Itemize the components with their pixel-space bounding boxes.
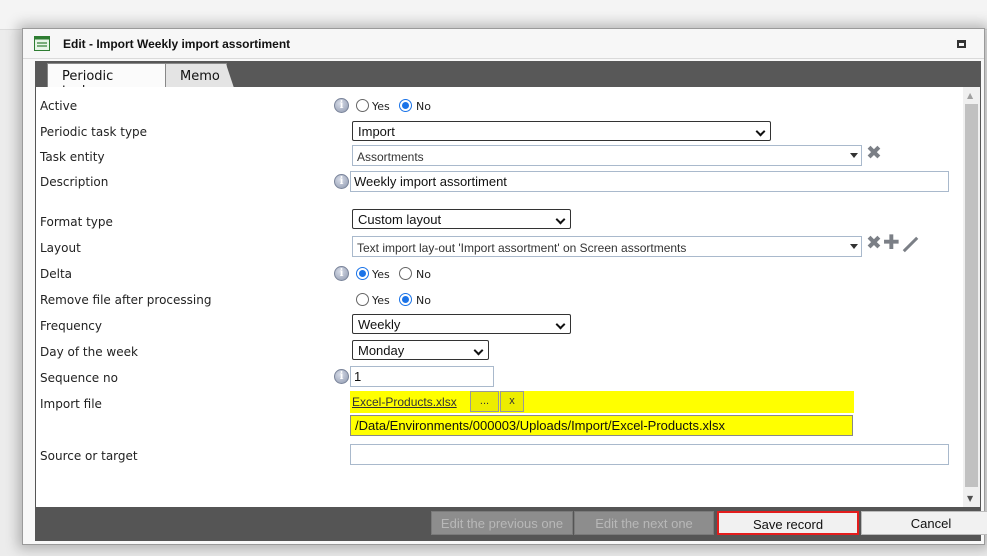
active-yes-label: Yes	[372, 100, 390, 113]
remove-file-no-label: No	[416, 294, 431, 307]
form-area: Active i Yes No Periodic task type Impor…	[36, 87, 980, 507]
dialog-footer: Edit the previous one Edit the next one …	[35, 508, 987, 541]
active-no-radio[interactable]	[399, 99, 412, 112]
sequence-label: Sequence no	[40, 371, 118, 385]
frequency-select[interactable]: Weekly	[352, 314, 571, 334]
browse-button[interactable]: ...	[470, 391, 499, 412]
layout-value: Text import lay-out 'Import assortment' …	[357, 241, 687, 255]
layout-combo[interactable]: Text import lay-out 'Import assortment' …	[352, 236, 862, 257]
description-input[interactable]: Weekly import assortiment	[350, 171, 949, 192]
delta-yes-radio[interactable]	[356, 267, 369, 280]
scroll-down-arrow-icon[interactable]: ▼	[967, 494, 973, 503]
remove-file-yes-label: Yes	[372, 294, 390, 307]
day-of-week-select[interactable]: Monday	[352, 340, 489, 360]
import-file-label: Import file	[40, 397, 102, 411]
remove-file-yes-radio[interactable]	[356, 293, 369, 306]
cancel-button[interactable]: Cancel	[861, 511, 987, 535]
tab-periodic-tasks[interactable]: Periodic tasks	[47, 63, 166, 99]
source-target-input[interactable]	[350, 444, 949, 465]
add-icon[interactable]: ✚	[883, 230, 900, 254]
task-type-select[interactable]: Import	[352, 121, 771, 141]
import-file-link[interactable]: Excel-Products.xlsx	[352, 395, 457, 409]
save-record-button[interactable]: Save record	[717, 511, 859, 535]
scroll-thumb[interactable]	[965, 104, 978, 487]
edit-previous-button[interactable]: Edit the previous one	[431, 511, 573, 535]
active-yes-radio[interactable]	[356, 99, 369, 112]
edit-next-button[interactable]: Edit the next one	[574, 511, 714, 535]
source-target-label: Source or target	[40, 449, 138, 463]
remove-file-label: Remove file after processing	[40, 293, 212, 307]
sequence-input[interactable]: 1	[350, 366, 494, 387]
chevron-down-icon	[473, 345, 484, 356]
edit-pencil-icon[interactable]	[902, 236, 919, 253]
task-entity-value: Assortments	[357, 150, 424, 164]
day-of-week-label: Day of the week	[40, 345, 138, 359]
frequency-value: Weekly	[358, 317, 401, 332]
dialog-titlebar: Edit - Import Weekly import assortiment	[23, 29, 984, 59]
maximize-button[interactable]	[957, 40, 966, 48]
description-label: Description	[40, 175, 109, 189]
tab-memo[interactable]: Memo	[165, 63, 234, 88]
format-type-select[interactable]: Custom layout	[352, 209, 571, 229]
frequency-label: Frequency	[40, 319, 102, 333]
task-entity-combo[interactable]: Assortments	[352, 145, 862, 166]
scroll-up-arrow-icon[interactable]: ▲	[967, 91, 973, 100]
delta-yes-label: Yes	[372, 268, 390, 281]
active-no-label: No	[416, 100, 431, 113]
clear-icon[interactable]: ✖	[866, 232, 882, 254]
format-type-value: Custom layout	[358, 212, 442, 227]
dialog-content: Periodic tasks Memo Active i Yes No Peri…	[35, 61, 987, 541]
info-icon[interactable]: i	[334, 266, 349, 281]
tab-bar: Periodic tasks Memo	[35, 61, 981, 99]
vertical-scrollbar[interactable]: ▲ ▼	[963, 87, 980, 507]
edit-dialog: Edit - Import Weekly import assortiment …	[22, 28, 987, 545]
active-label: Active	[40, 99, 78, 113]
background-menu-strip	[0, 0, 987, 30]
dialog-title: Edit - Import Weekly import assortiment	[63, 37, 291, 51]
task-type-label: Periodic task type	[40, 125, 148, 139]
delta-no-label: No	[416, 268, 431, 281]
day-of-week-value: Monday	[358, 343, 405, 358]
task-type-value: Import	[358, 124, 395, 139]
clear-icon[interactable]: ✖	[866, 142, 882, 164]
delta-label: Delta	[40, 267, 73, 281]
import-path-input[interactable]: /Data/Environments/000003/Uploads/Import…	[350, 415, 853, 436]
form-icon	[34, 36, 50, 51]
format-type-label: Format type	[40, 215, 113, 229]
info-icon[interactable]: i	[334, 98, 349, 113]
chevron-down-icon	[755, 126, 766, 137]
chevron-down-icon	[555, 214, 566, 225]
clear-file-button[interactable]: x	[500, 391, 524, 412]
delta-no-radio[interactable]	[399, 267, 412, 280]
dropdown-arrow-icon[interactable]	[850, 244, 858, 249]
remove-file-no-radio[interactable]	[399, 293, 412, 306]
chevron-down-icon	[555, 319, 566, 330]
info-icon[interactable]: i	[334, 369, 349, 384]
info-icon[interactable]: i	[334, 174, 349, 189]
task-entity-label: Task entity	[40, 150, 105, 164]
dropdown-arrow-icon[interactable]	[850, 153, 858, 158]
layout-label: Layout	[40, 241, 81, 255]
